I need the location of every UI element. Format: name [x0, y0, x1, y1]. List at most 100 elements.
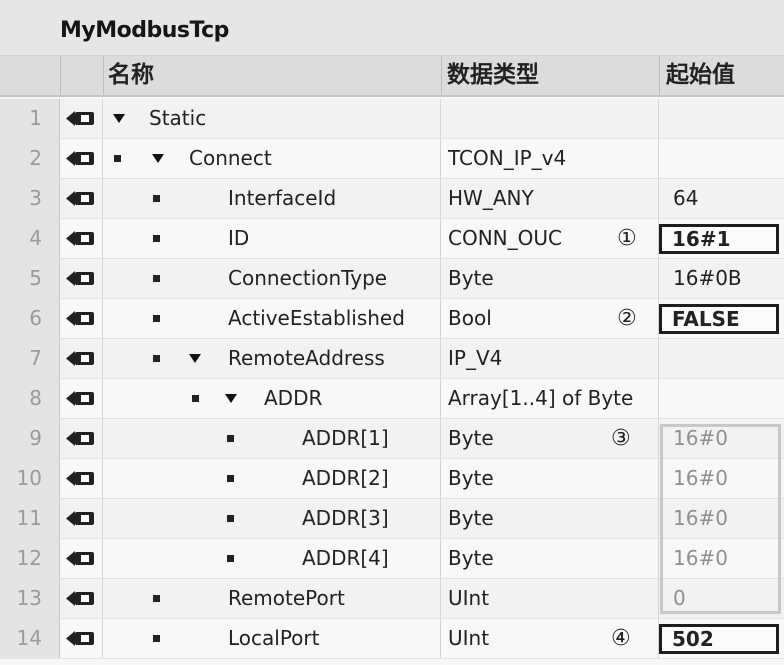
variable-name[interactable]: ADDR[1] [302, 419, 389, 458]
variable-name[interactable]: Static [149, 99, 206, 138]
row-number: 10 [16, 466, 42, 490]
interface-io-icon [66, 631, 94, 646]
table-row[interactable]: 6 ActiveEstablished Bool ② FALSE [0, 299, 784, 339]
tree-bullet [227, 435, 234, 442]
interface-io-icon [66, 431, 94, 446]
data-type[interactable]: Byte [448, 419, 494, 458]
table-row[interactable]: 14 LocalPort UInt ④ 502 [0, 619, 784, 659]
row-number: 11 [16, 506, 42, 530]
data-block-editor: MyModbusTcp 名称 数据类型 起始值 1 Static 2 Conne… [0, 0, 784, 665]
data-type[interactable]: IP_V4 [448, 339, 502, 378]
interface-io-icon [66, 111, 94, 126]
interface-io-icon [66, 231, 94, 246]
collapse-triangle-icon[interactable] [189, 354, 201, 363]
table-row[interactable]: 2 Connect TCON_IP_v4 [0, 139, 784, 179]
data-type[interactable]: Byte [448, 499, 494, 538]
interface-io-icon [66, 511, 94, 526]
variable-name[interactable]: ConnectionType [228, 259, 387, 298]
start-value[interactable]: 502 [672, 627, 714, 651]
start-value-highlight[interactable]: FALSE [659, 304, 779, 334]
interface-io-icon [66, 591, 94, 606]
variable-name[interactable]: ADDR[3] [302, 499, 389, 538]
variable-name[interactable]: ActiveEstablished [228, 299, 405, 338]
title-bar: MyModbusTcp [0, 0, 784, 56]
data-type[interactable]: TCON_IP_v4 [448, 139, 566, 178]
table-row[interactable]: 5 ConnectionType Byte 16#0B [0, 259, 784, 299]
variable-name[interactable]: ADDR[2] [302, 459, 389, 498]
table-header: 名称 数据类型 起始值 [0, 56, 784, 97]
header-separator [60, 56, 61, 95]
header-separator [441, 56, 442, 95]
tree-bullet [192, 395, 199, 402]
interface-io-icon [66, 271, 94, 286]
tree-bullet [227, 475, 234, 482]
interface-io-icon [66, 351, 94, 366]
start-value[interactable]: 16#1 [672, 227, 731, 251]
interface-io-icon [66, 151, 94, 166]
block-title: MyModbusTcp [60, 18, 229, 43]
callout-marker: ② [617, 306, 637, 331]
tree-bullet [153, 635, 160, 642]
variable-name[interactable]: ADDR[4] [302, 539, 389, 578]
row-number: 7 [29, 346, 42, 370]
row-number: 12 [16, 546, 42, 570]
row-number: 2 [29, 146, 42, 170]
data-type[interactable]: Bool [448, 299, 492, 338]
interface-io-icon [66, 471, 94, 486]
table-row[interactable]: 7 RemoteAddress IP_V4 [0, 339, 784, 379]
tree-bullet [153, 355, 160, 362]
row-number: 3 [29, 186, 42, 210]
table-row[interactable]: 3 InterfaceId HW_ANY 64 [0, 179, 784, 219]
header-separator [103, 56, 104, 95]
table-row[interactable]: 1 Static [0, 99, 784, 139]
start-value[interactable]: 16#0B [673, 259, 742, 298]
row-number: 8 [29, 386, 42, 410]
row-number: 13 [16, 586, 42, 610]
tree-bullet [153, 595, 160, 602]
start-value-highlight[interactable]: 16#1 [659, 224, 779, 254]
collapse-triangle-icon[interactable] [152, 154, 164, 163]
data-type[interactable]: Array[1..4] of Byte [448, 379, 633, 418]
callout-marker: ③ [611, 426, 631, 451]
variable-name[interactable]: ID [228, 219, 249, 258]
table-row[interactable]: 8 ADDR Array[1..4] of Byte [0, 379, 784, 419]
callout-marker: ① [617, 226, 637, 251]
tree-bullet [153, 275, 160, 282]
tree-bullet [153, 235, 160, 242]
header-start-value[interactable]: 起始值 [666, 56, 735, 95]
start-value[interactable]: 64 [673, 179, 698, 218]
variable-name[interactable]: RemotePort [228, 579, 345, 618]
interface-io-icon [66, 391, 94, 406]
variable-name[interactable]: ADDR [264, 379, 322, 418]
header-datatype[interactable]: 数据类型 [447, 56, 539, 95]
collapse-triangle-icon[interactable] [113, 114, 125, 123]
collapse-triangle-icon[interactable] [225, 394, 237, 403]
variable-name[interactable]: InterfaceId [228, 179, 336, 218]
start-value[interactable]: FALSE [672, 307, 740, 331]
variable-name[interactable]: Connect [189, 139, 272, 178]
interface-io-icon [66, 311, 94, 326]
data-type[interactable]: HW_ANY [448, 179, 534, 218]
data-type[interactable]: UInt [448, 579, 489, 618]
interface-io-icon [66, 191, 94, 206]
interface-io-icon [66, 551, 94, 566]
data-type[interactable]: Byte [448, 539, 494, 578]
start-value-highlight[interactable]: 502 [659, 624, 779, 654]
row-number: 6 [29, 306, 42, 330]
tree-bullet [227, 555, 234, 562]
row-number: 9 [29, 426, 42, 450]
row-number: 5 [29, 266, 42, 290]
tree-bullet [153, 195, 160, 202]
row-number: 14 [16, 626, 42, 650]
variable-name[interactable]: RemoteAddress [228, 339, 385, 378]
table-row[interactable]: 4 ID CONN_OUC ① 16#1 [0, 219, 784, 259]
data-type[interactable]: UInt [448, 619, 489, 658]
header-separator [659, 56, 660, 95]
data-type[interactable]: Byte [448, 459, 494, 498]
callout-marker: ④ [611, 626, 631, 651]
header-name[interactable]: 名称 [108, 56, 154, 95]
data-type[interactable]: CONN_OUC [448, 219, 562, 258]
data-type[interactable]: Byte [448, 259, 494, 298]
variable-name[interactable]: LocalPort [228, 619, 319, 658]
tree-bullet [114, 155, 121, 162]
